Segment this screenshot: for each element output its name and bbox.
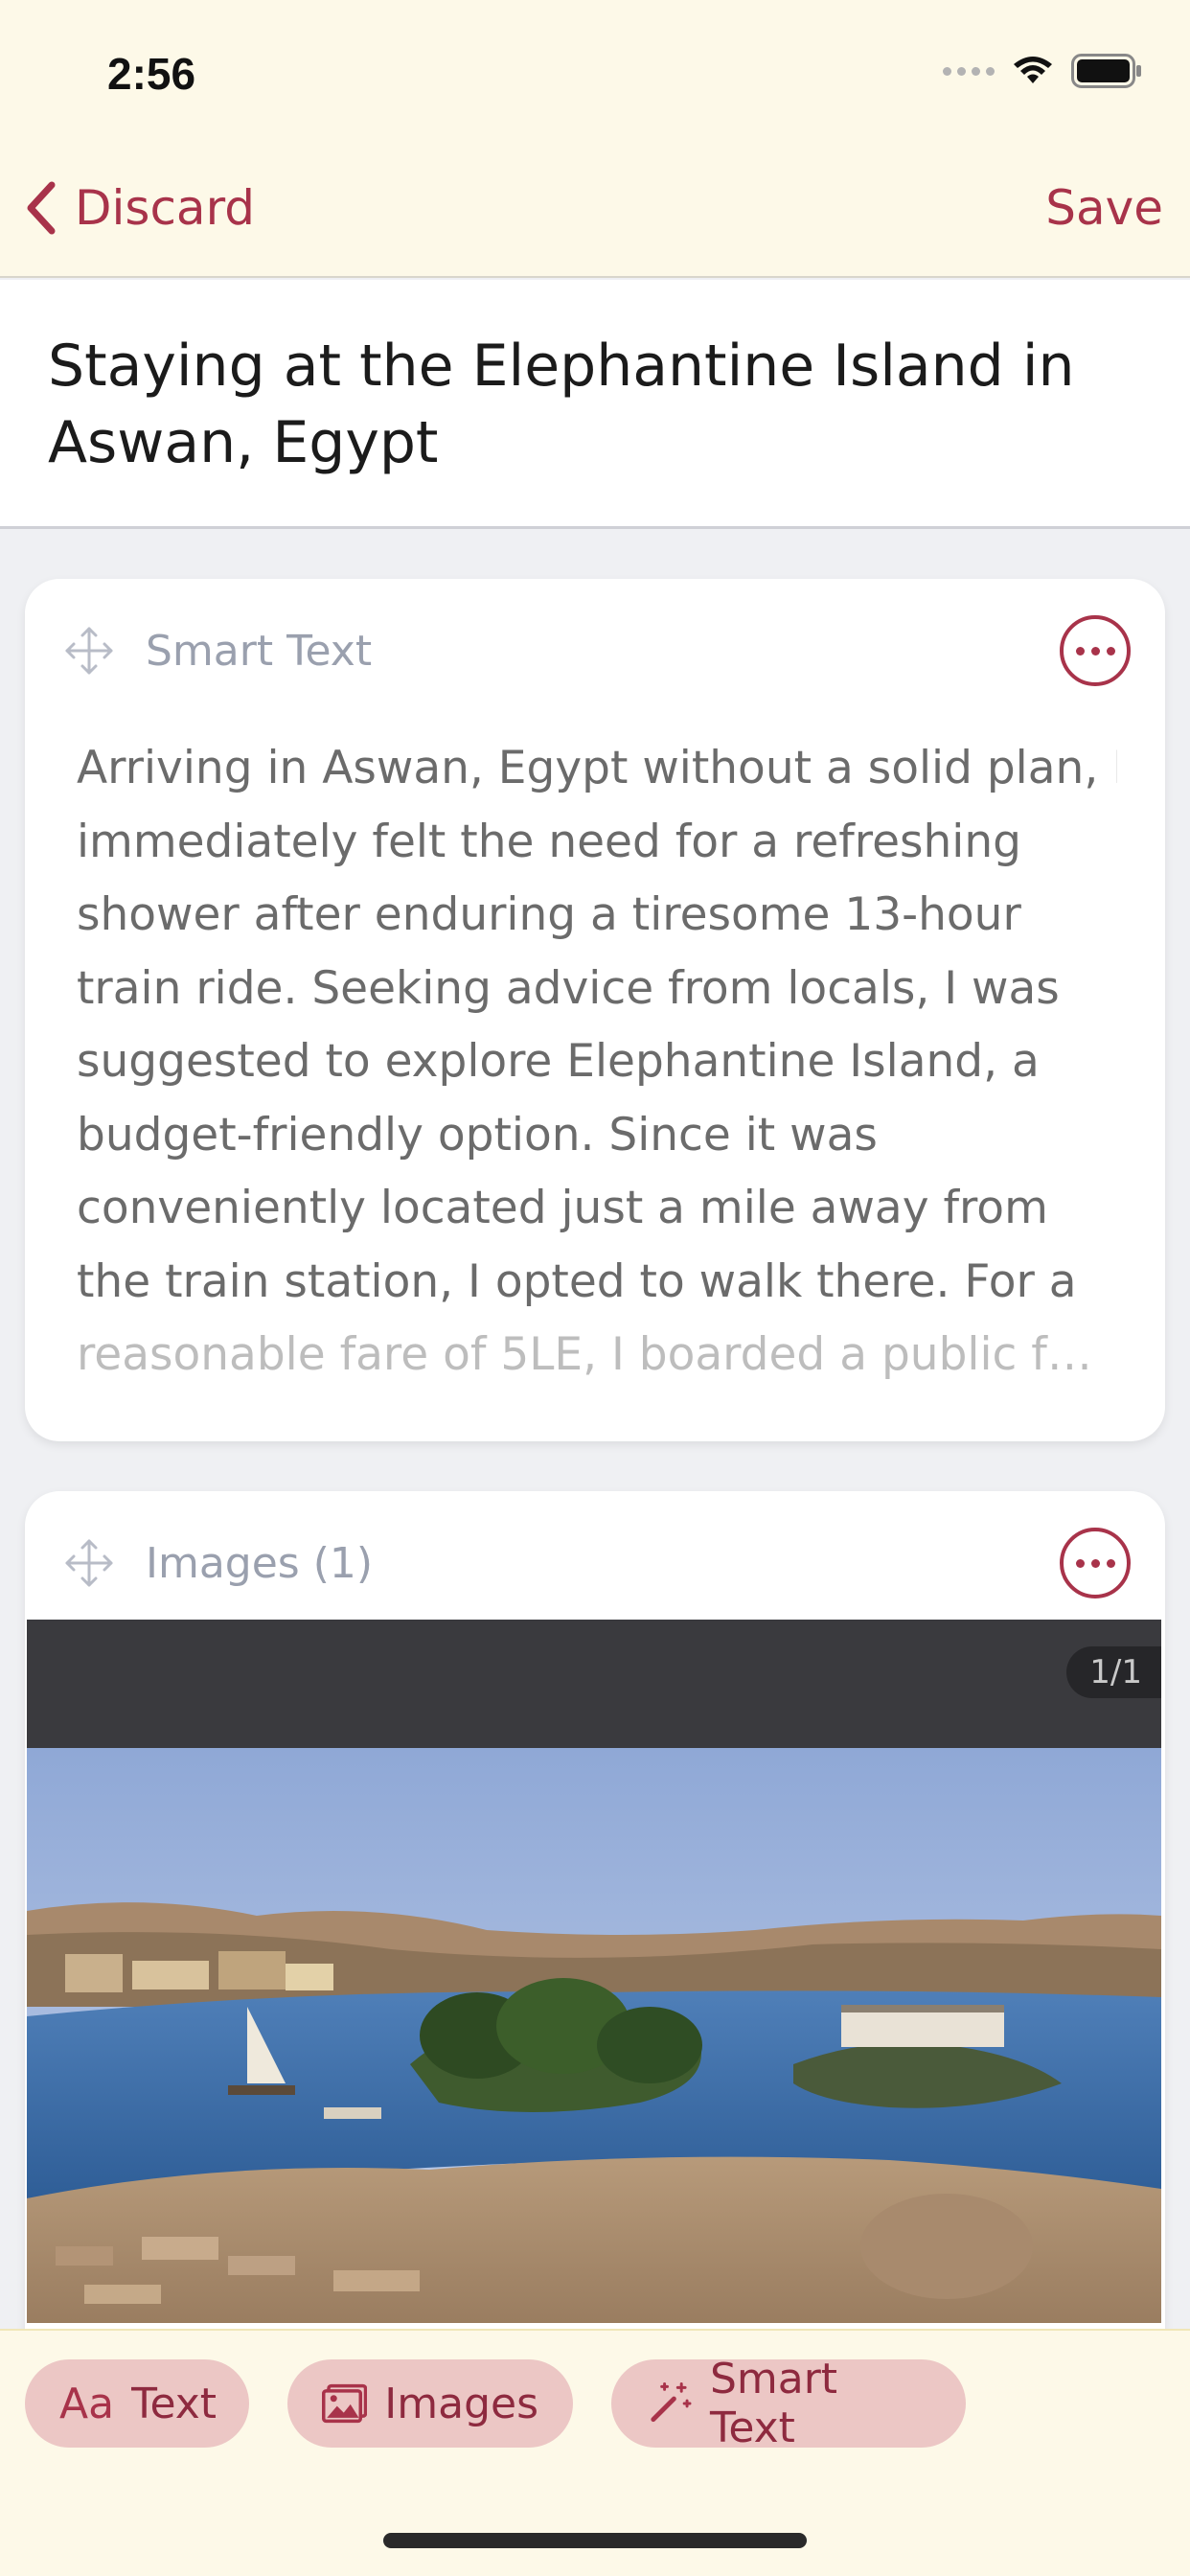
image-counter: 1/1: [1066, 1646, 1161, 1698]
image-carousel-header: 1/1: [27, 1620, 1161, 1748]
text-line: train ride. Seeking advice from locals, …: [77, 961, 1060, 1015]
more-options-button[interactable]: [1060, 1528, 1131, 1598]
smart-text-block[interactable]: Smart Text Arriving in Aswan, Egypt with…: [25, 579, 1165, 1441]
block-header: Images (1): [63, 1528, 1131, 1598]
cellular-signal-icon: [943, 66, 995, 76]
add-smart-text-label: Smart Text: [709, 2355, 838, 2452]
battery-icon: [1071, 54, 1141, 88]
text-line: shower after enduring a tiresome 13-hour: [77, 888, 1021, 941]
text-line: suggested to explore Elephantine Island,…: [77, 1035, 1040, 1088]
text-line: Arriving in Aswan, Egypt without a solid…: [77, 742, 1117, 794]
drag-handle-icon[interactable]: [63, 1537, 115, 1589]
discard-button[interactable]: Discard: [25, 180, 255, 236]
status-time: 2:56: [107, 49, 196, 99]
magic-wand-icon: [651, 2381, 692, 2423]
discard-label: Discard: [75, 180, 255, 236]
text-format-icon: Aa: [59, 2379, 115, 2428]
top-header: 2:56 Discard Save: [0, 0, 1190, 278]
text-line: immediately felt the need for a refreshi…: [77, 815, 1021, 868]
block-type-label: Images (1): [146, 1538, 374, 1588]
add-text-button[interactable]: Aa Text: [25, 2359, 249, 2448]
add-smart-text-button[interactable]: Smart Text: [611, 2355, 966, 2452]
add-images-button[interactable]: Images: [287, 2359, 573, 2448]
add-text-label: Text: [131, 2379, 217, 2428]
text-line: budget-friendly option. Since it was: [77, 1108, 878, 1162]
text-line: the train station, I opted to walk there…: [77, 1254, 1077, 1308]
text-line: conveniently located just a mile away fr…: [77, 1182, 1048, 1234]
title-section[interactable]: Staying at the Elephantine Island in Asw…: [0, 280, 1190, 529]
post-title[interactable]: Staying at the Elephantine Island in Asw…: [48, 328, 1133, 481]
home-indicator[interactable]: [383, 2533, 807, 2548]
status-icons: [943, 54, 1142, 88]
image-icon: [322, 2383, 368, 2424]
smart-text-content[interactable]: Arriving in Aswan, Egypt without a solid…: [77, 732, 1117, 1392]
save-button[interactable]: Save: [1045, 180, 1163, 236]
drag-handle-icon[interactable]: [63, 625, 115, 677]
block-header: Smart Text: [63, 615, 1131, 686]
more-options-button[interactable]: [1060, 615, 1131, 686]
chevron-left-icon: [27, 181, 56, 235]
add-images-label: Images: [384, 2379, 538, 2428]
wifi-icon: [1014, 57, 1052, 83]
text-line-truncated: reasonable fare of 5LE, I boarded a publ…: [77, 1328, 1117, 1381]
landscape-photo[interactable]: [27, 1748, 1161, 2323]
block-type-label: Smart Text: [146, 626, 373, 676]
